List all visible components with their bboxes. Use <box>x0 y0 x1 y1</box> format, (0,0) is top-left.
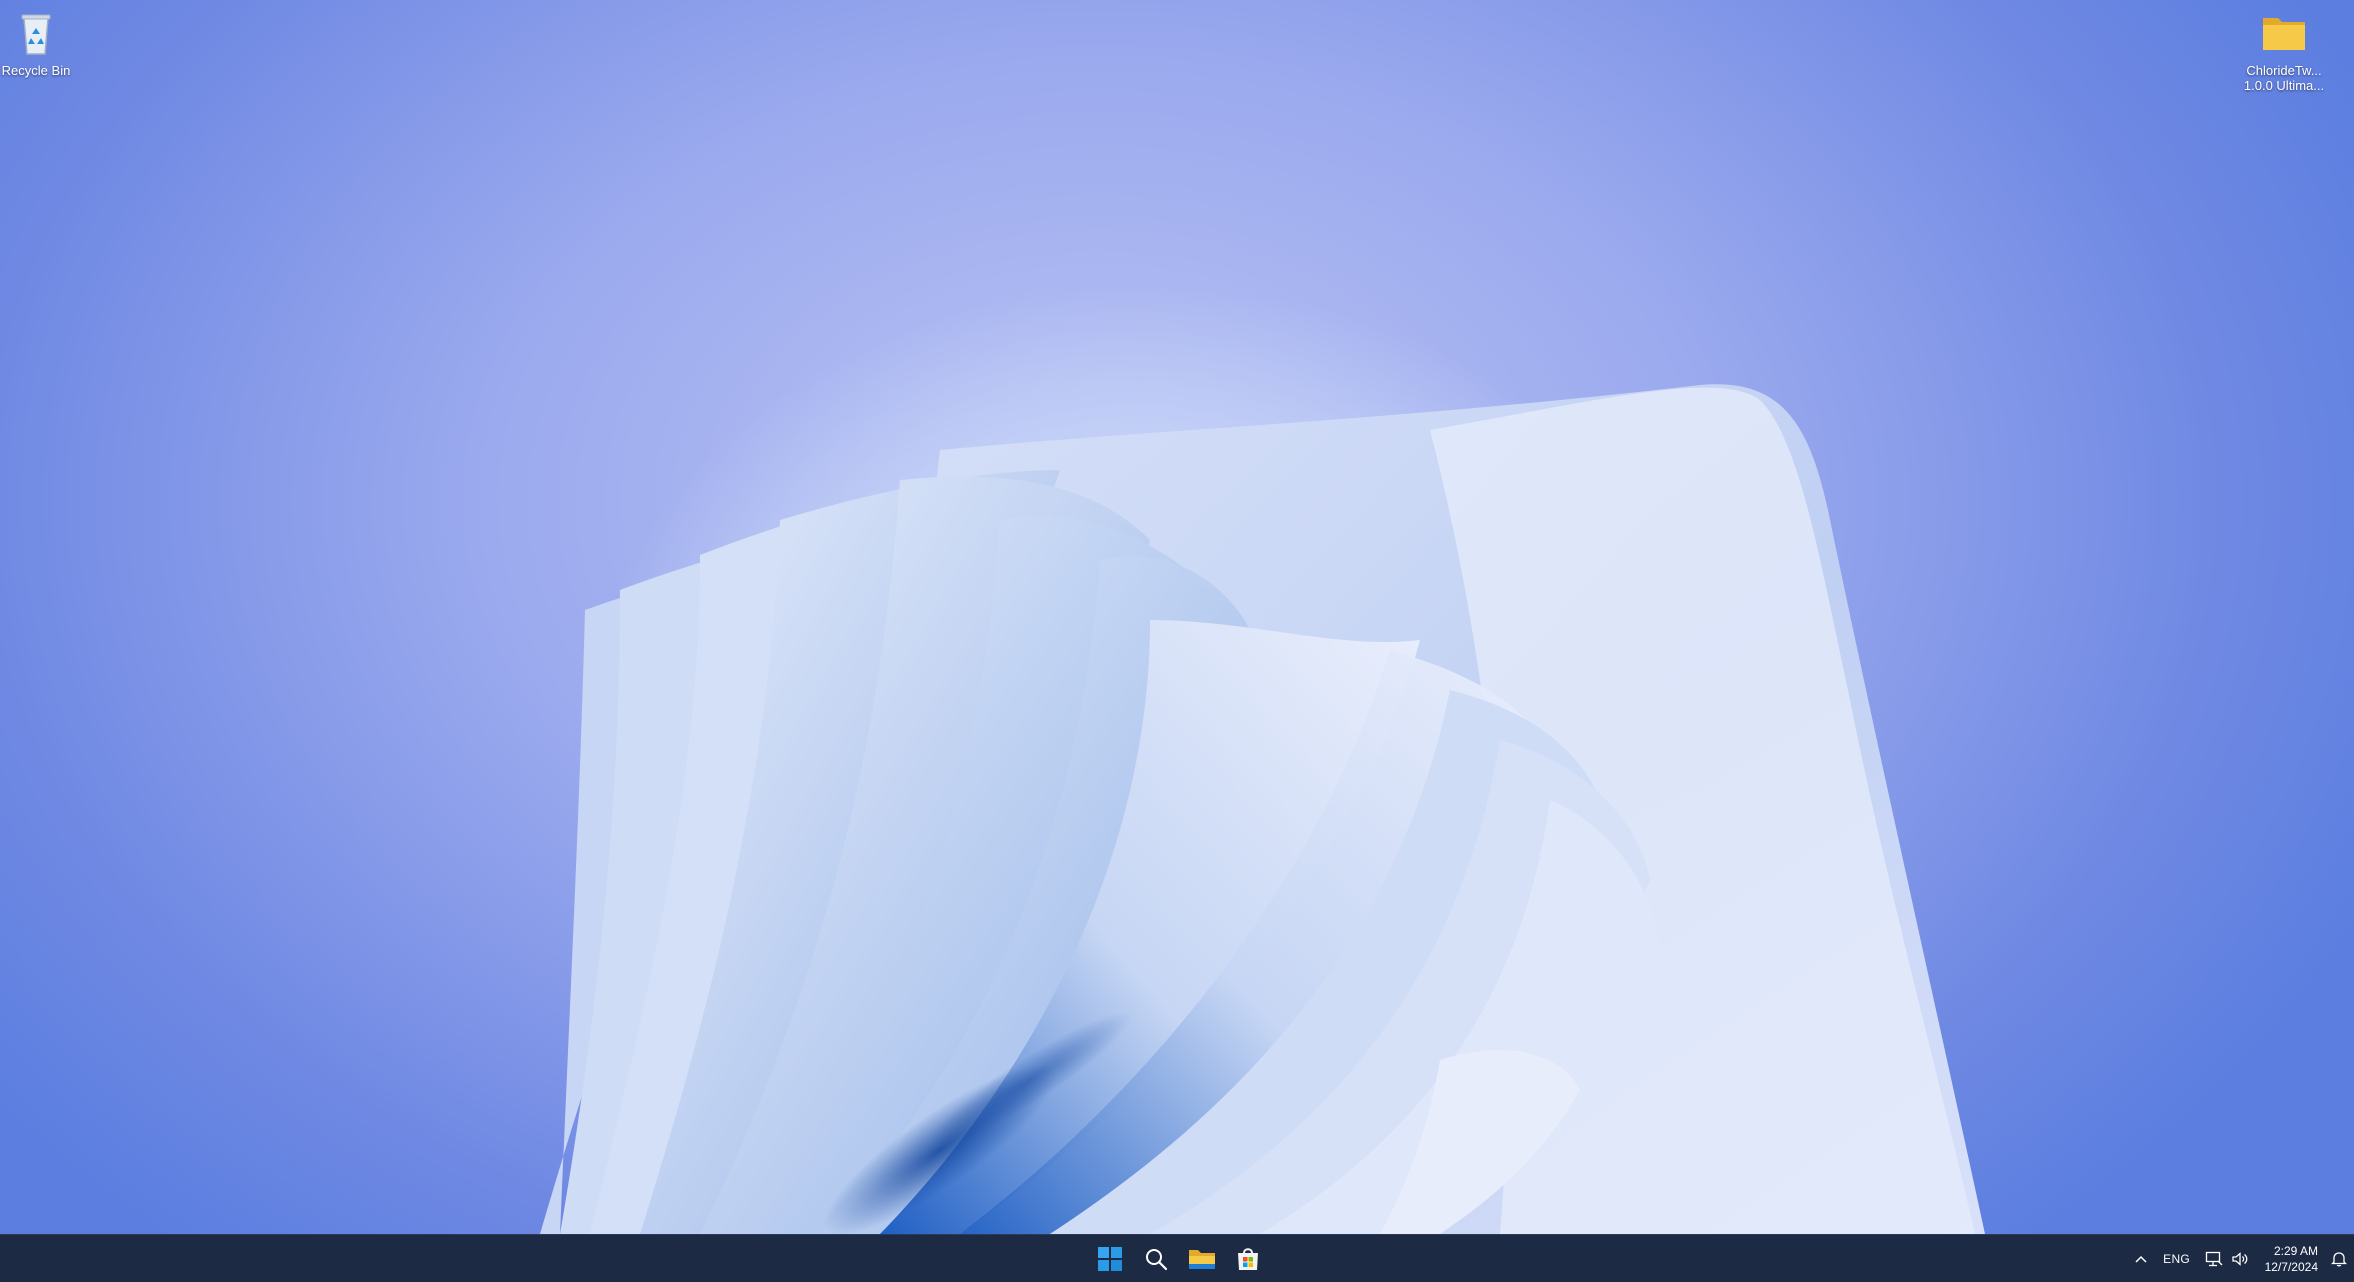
search-icon <box>1146 1249 1168 1271</box>
volume-icon <box>2231 1252 2248 1266</box>
recycle-bin-label: Recycle Bin <box>1 63 71 78</box>
folder-label-line2: 1.0.0 Ultima... <box>2243 78 2325 93</box>
windows-logo-icon <box>1098 1247 1122 1271</box>
system-tray: ENG 2:29 AM 12/7/2024 <box>2125 1235 2354 1282</box>
language-indicator[interactable]: ENG <box>2157 1239 2197 1279</box>
file-explorer-icon <box>1189 1250 1215 1269</box>
notifications-button[interactable] <box>2324 1239 2354 1279</box>
microsoft-store-button[interactable] <box>1228 1239 1268 1279</box>
quick-settings-button[interactable] <box>2197 1239 2257 1279</box>
folder-label-line1: ChlorideTw... <box>2246 63 2322 78</box>
network-icon <box>2205 1251 2223 1267</box>
clock-date: 12/7/2024 <box>2264 1260 2318 1274</box>
folder-shortcut[interactable]: ChlorideTw... 1.0.0 Ultima... <box>2236 6 2332 93</box>
taskbar-apps <box>1090 1235 1268 1282</box>
chevron-up-icon <box>2135 1255 2147 1263</box>
file-explorer-button[interactable] <box>1182 1239 1222 1279</box>
clock[interactable]: 2:29 AM 12/7/2024 <box>2257 1239 2324 1279</box>
recycle-bin-shortcut[interactable]: Recycle Bin <box>0 6 84 78</box>
microsoft-store-icon <box>1238 1248 1258 1270</box>
search-button[interactable] <box>1136 1239 1176 1279</box>
desktop[interactable]: Recycle Bin ChlorideTw... 1.0.0 Ultima..… <box>0 0 2354 1282</box>
notification-bell-icon <box>2331 1252 2347 1267</box>
recycle-bin-icon <box>21 14 51 55</box>
taskbar: ENG 2:29 AM 12/7/2024 <box>0 1234 2354 1282</box>
folder-icon <box>2263 18 2305 50</box>
show-hidden-icons-button[interactable] <box>2125 1239 2157 1279</box>
wallpaper-bloom <box>540 384 1985 1234</box>
clock-time: 2:29 AM <box>2273 1244 2318 1258</box>
start-button[interactable] <box>1090 1239 1130 1279</box>
